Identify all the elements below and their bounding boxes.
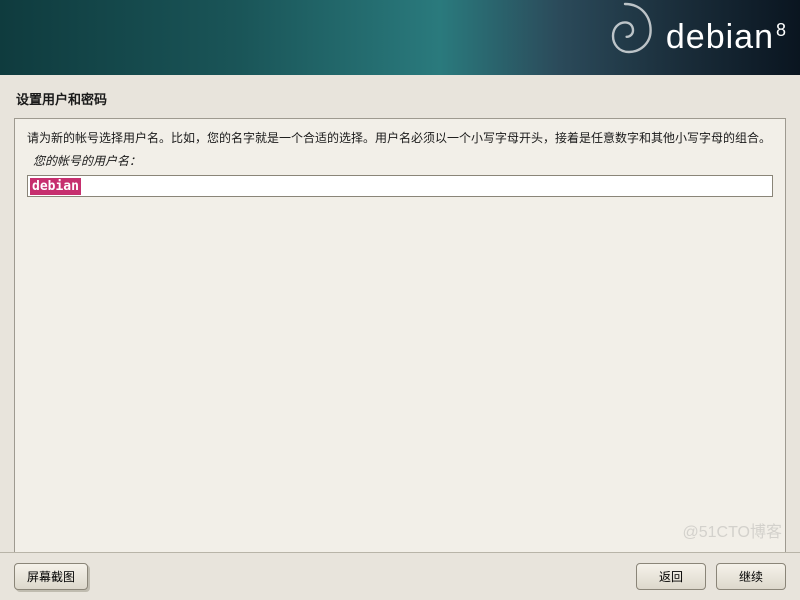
- content-panel: 请为新的帐号选择用户名。比如，您的名字就是一个合适的选择。用户名必须以一个小写字…: [14, 118, 786, 564]
- username-input-wrapper[interactable]: debian: [27, 175, 773, 197]
- page-title: 设置用户和密码: [0, 75, 800, 118]
- back-button[interactable]: 返回: [636, 563, 706, 590]
- username-input[interactable]: debian: [30, 178, 81, 195]
- debian-swirl-icon: [585, 0, 665, 72]
- instruction-text: 请为新的帐号选择用户名。比如，您的名字就是一个合适的选择。用户名必须以一个小写字…: [27, 129, 773, 148]
- footer-bar: 屏幕截图 返回 继续: [0, 552, 800, 600]
- installer-banner: debian8: [0, 0, 800, 75]
- continue-button[interactable]: 继续: [716, 563, 786, 590]
- screenshot-button[interactable]: 屏幕截图: [14, 563, 88, 590]
- debian-logo-text: debian8: [666, 18, 785, 57]
- username-label: 您的帐号的用户名：: [33, 152, 773, 169]
